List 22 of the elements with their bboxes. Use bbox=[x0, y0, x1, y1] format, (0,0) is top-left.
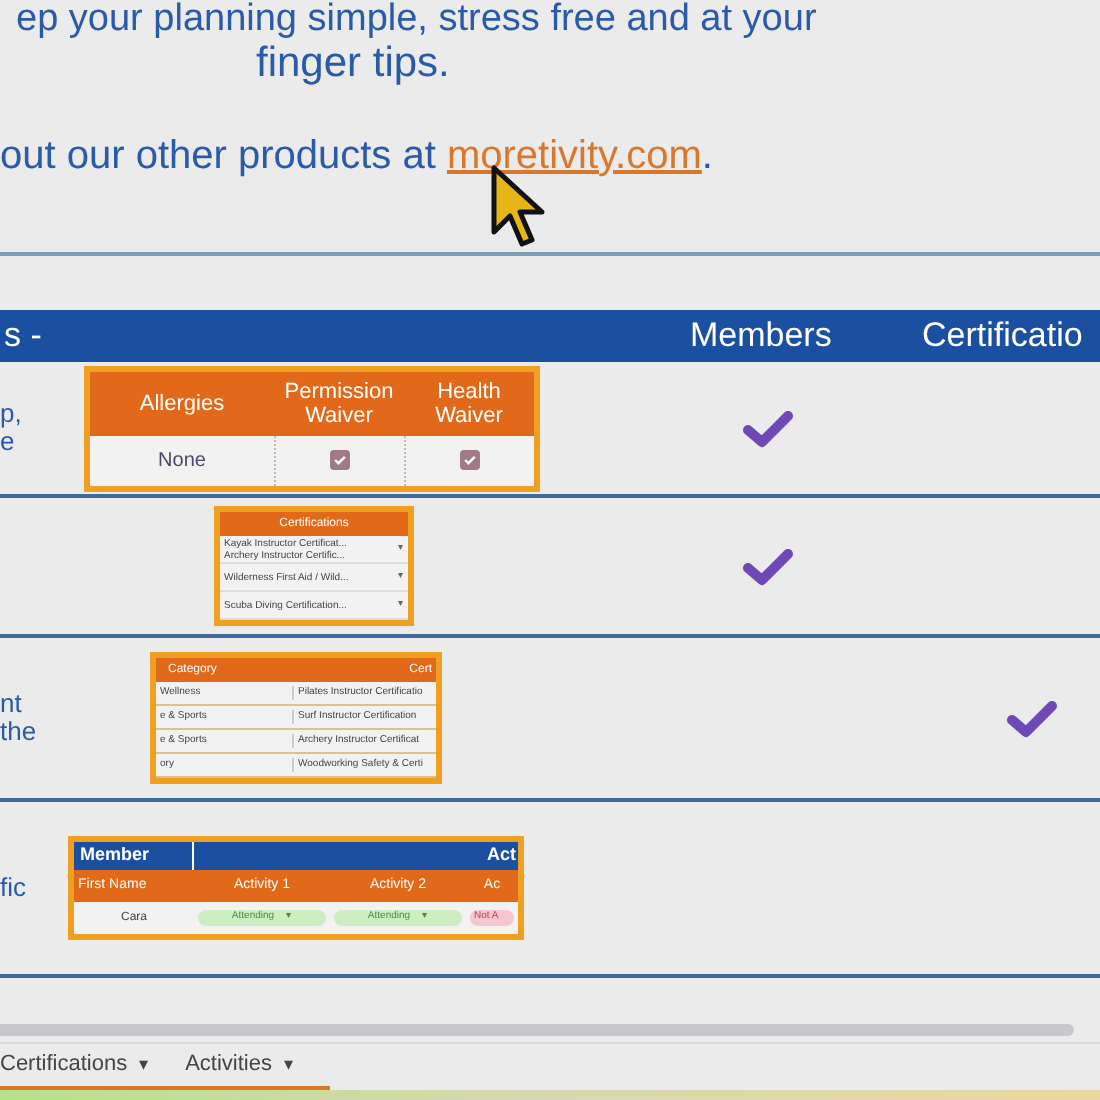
scrollbar[interactable] bbox=[0, 1024, 1074, 1036]
row-label: nt bbox=[0, 690, 24, 718]
column-header: Health Waiver bbox=[433, 379, 505, 427]
caret-icon: ▾ bbox=[283, 1051, 294, 1079]
caret-icon: ▾ bbox=[139, 1051, 150, 1079]
column-header: s - bbox=[2, 314, 44, 359]
column-header: Certificatio bbox=[922, 314, 1083, 359]
row-label: fic bbox=[0, 874, 26, 902]
row-label: p, bbox=[0, 400, 22, 428]
intro-text: out our other products at moretivity.com. bbox=[0, 132, 713, 182]
row-label: e bbox=[0, 428, 15, 456]
intro-text: ep your planning simple, stress free and at your bbox=[16, 0, 817, 40]
row-label: the bbox=[0, 718, 37, 746]
column-header: Members bbox=[690, 314, 834, 359]
column-header: Permission Waiver bbox=[282, 379, 396, 427]
website-link[interactable]: moretivity.com bbox=[446, 134, 702, 178]
column-header: Act bbox=[484, 842, 518, 869]
checkbox[interactable] bbox=[330, 450, 350, 470]
table-cell-text: None bbox=[158, 447, 206, 475]
intro-text: finger tips. bbox=[256, 40, 450, 88]
column-header: Allergies bbox=[137, 391, 227, 415]
checkbox[interactable] bbox=[460, 450, 480, 470]
